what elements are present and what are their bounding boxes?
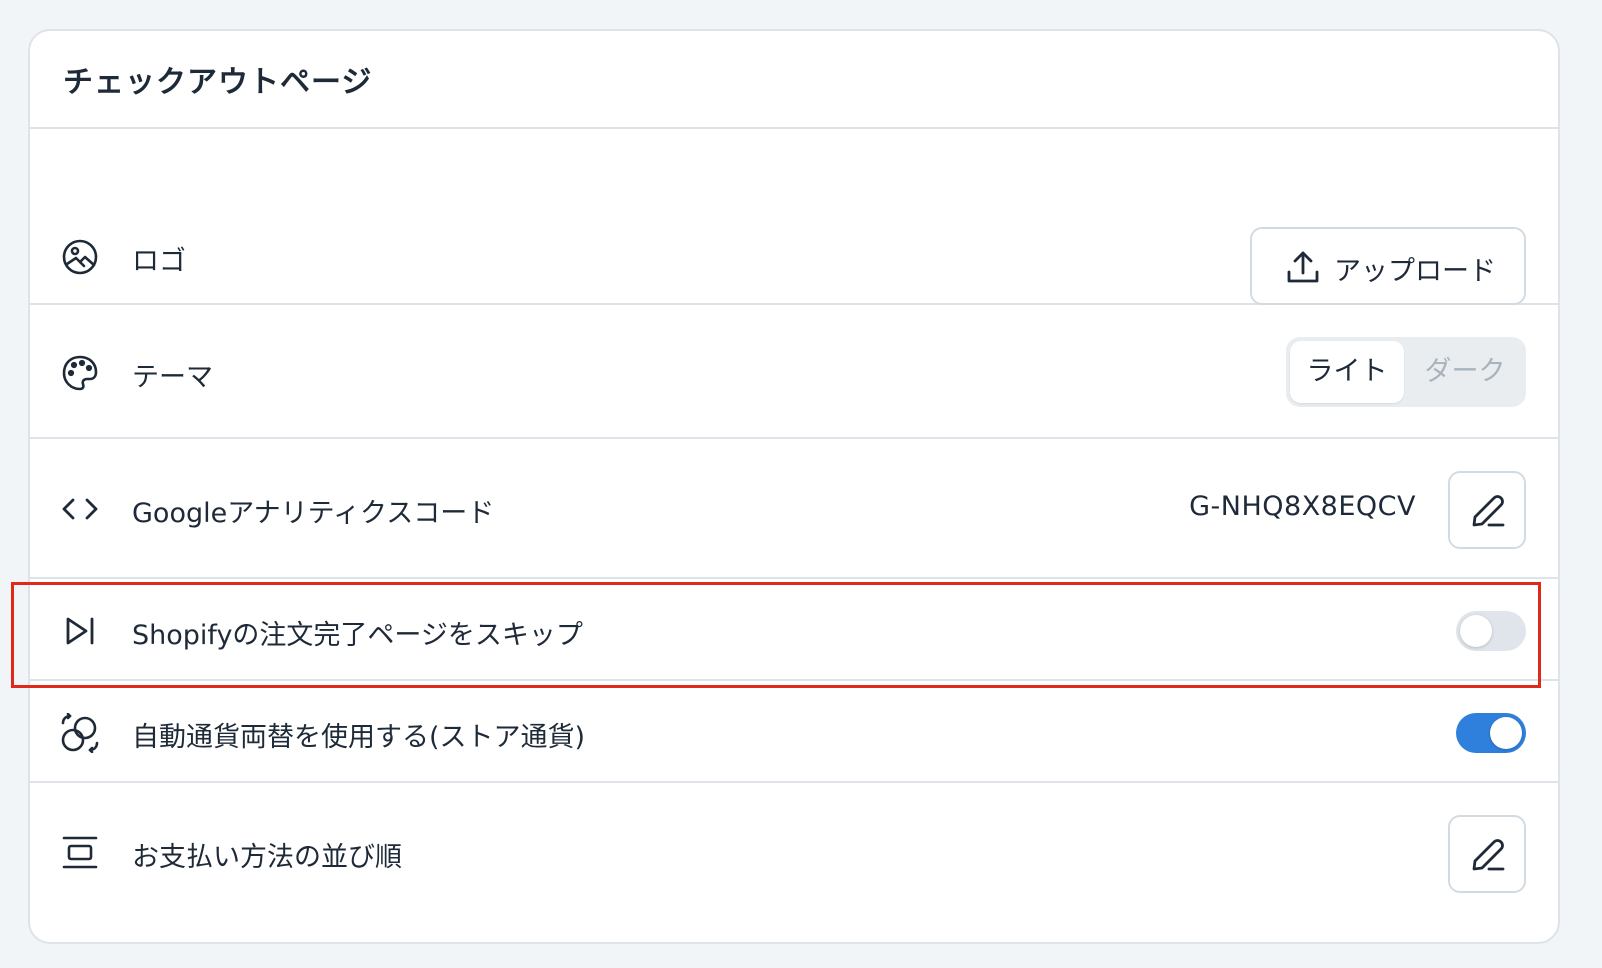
edit-payment-order-button[interactable] — [1448, 815, 1526, 893]
theme-option-dark[interactable]: ダーク — [1408, 341, 1522, 403]
theme-row: テーマ ライト ダーク — [30, 305, 1558, 439]
image-icon — [60, 237, 100, 277]
skip-thankyou-row: Shopifyの注文完了ページをスキップ — [30, 579, 1558, 681]
theme-segmented-control: ライト ダーク — [1286, 337, 1526, 407]
checkout-settings-card: チェックアウトページ ロゴ アップロード テーマ ライト ダーク Googleア… — [28, 29, 1560, 944]
analytics-code-value: G-NHQ8X8EQCV — [1189, 491, 1416, 522]
list-order-icon — [60, 833, 100, 873]
theme-option-light[interactable]: ライト — [1290, 341, 1404, 403]
auto-currency-label: 自動通貨両替を使用する(ストア通貨) — [132, 722, 586, 753]
payment-order-label: お支払い方法の並び順 — [132, 842, 402, 873]
logo-row: ロゴ アップロード — [30, 127, 1558, 305]
analytics-label: Googleアナリティクスコード — [132, 498, 495, 529]
auto-currency-row: 自動通貨両替を使用する(ストア通貨) — [30, 681, 1558, 783]
palette-icon — [60, 353, 100, 393]
upload-button[interactable]: アップロード — [1250, 227, 1526, 305]
logo-label: ロゴ — [132, 246, 186, 277]
toggle-knob — [1460, 615, 1492, 647]
upload-button-label: アップロード — [1334, 256, 1496, 287]
skip-thankyou-toggle[interactable] — [1456, 611, 1526, 651]
toggle-knob — [1490, 717, 1522, 749]
card-header: チェックアウトページ — [30, 31, 1558, 129]
skip-thankyou-label: Shopifyの注文完了ページをスキップ — [132, 620, 583, 651]
upload-icon — [1284, 248, 1322, 286]
auto-currency-toggle[interactable] — [1456, 713, 1526, 753]
skip-forward-icon — [60, 611, 100, 651]
pencil-icon — [1472, 495, 1505, 527]
theme-label: テーマ — [132, 362, 213, 393]
card-title: チェックアウトページ — [63, 65, 373, 100]
code-icon — [60, 489, 100, 529]
pencil-icon — [1472, 839, 1505, 871]
edit-analytics-button[interactable] — [1448, 471, 1526, 549]
currency-exchange-icon — [60, 713, 100, 753]
payment-order-row: お支払い方法の並び順 — [30, 783, 1558, 942]
analytics-row: Googleアナリティクスコード G-NHQ8X8EQCV — [30, 439, 1558, 579]
